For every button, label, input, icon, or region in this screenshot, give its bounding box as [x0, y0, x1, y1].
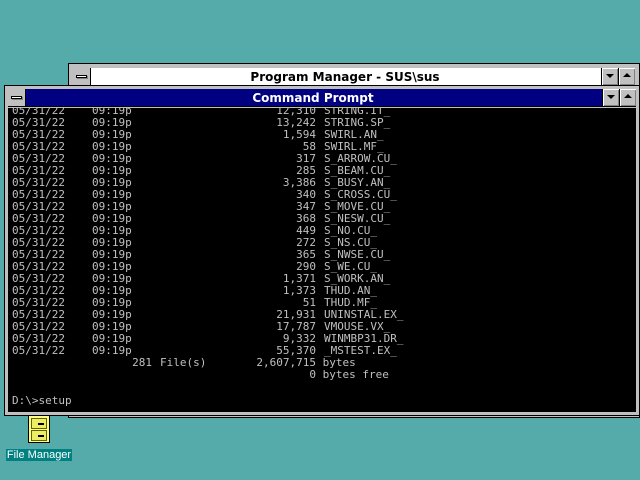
drawer-handle — [38, 423, 44, 425]
minimize-button[interactable] — [601, 68, 618, 85]
cabinet-drawer — [31, 418, 47, 429]
maximize-icon — [624, 94, 632, 98]
listing-size: 1,594 — [282, 128, 316, 141]
minimize-icon — [607, 95, 615, 99]
listing-date: 05/31/22 — [12, 344, 65, 357]
system-menu-button[interactable] — [8, 89, 26, 106]
system-menu-icon — [11, 96, 22, 99]
command-prompt-window[interactable]: Command Prompt 05/31/22 09:19p 12,310 STRIN… — [4, 85, 640, 416]
program-manager-titlebar[interactable]: Program Manager - SUS\sus — [73, 68, 635, 86]
file-count: 281 — [132, 356, 152, 369]
file-cabinet-icon — [28, 415, 50, 443]
file-label: File(s) — [160, 356, 207, 369]
program-manager-title: Program Manager - SUS\sus — [250, 70, 440, 84]
listing-summary: 281 File(s) 2,607,715 bytes 0 bytes free — [12, 357, 389, 381]
maximize-icon — [623, 73, 631, 77]
total-bytes: 2,607,715 — [256, 356, 316, 369]
system-menu-button[interactable] — [73, 68, 91, 85]
directory-listing: 05/31/22 09:19p 12,310 STRING.IT_ 05/31/22 09… — [12, 108, 403, 357]
system-menu-icon — [76, 75, 87, 78]
file-manager-desktop-icon[interactable]: File Manager — [4, 412, 74, 462]
free-bytes: 0 — [309, 368, 316, 381]
summary-line-free: 0 bytes free — [12, 368, 389, 381]
command-prompt-titlebar[interactable]: Command Prompt — [8, 89, 636, 107]
maximize-button[interactable] — [618, 68, 635, 85]
listing-size: 1,373 — [282, 284, 316, 297]
free-label: bytes free — [322, 368, 389, 381]
command-prompt-title: Command Prompt — [252, 91, 374, 105]
console-output[interactable]: 05/31/22 09:19p 12,310 STRING.IT_ 05/31/22 09… — [8, 108, 636, 412]
drawer-handle — [38, 435, 44, 437]
cabinet-drawer — [31, 430, 47, 441]
minimize-button[interactable] — [602, 89, 619, 106]
file-manager-label: File Manager — [5, 449, 73, 461]
minimize-icon — [606, 74, 614, 78]
command-prompt-input[interactable]: D:\>setup — [12, 395, 72, 407]
maximize-button[interactable] — [619, 89, 636, 106]
